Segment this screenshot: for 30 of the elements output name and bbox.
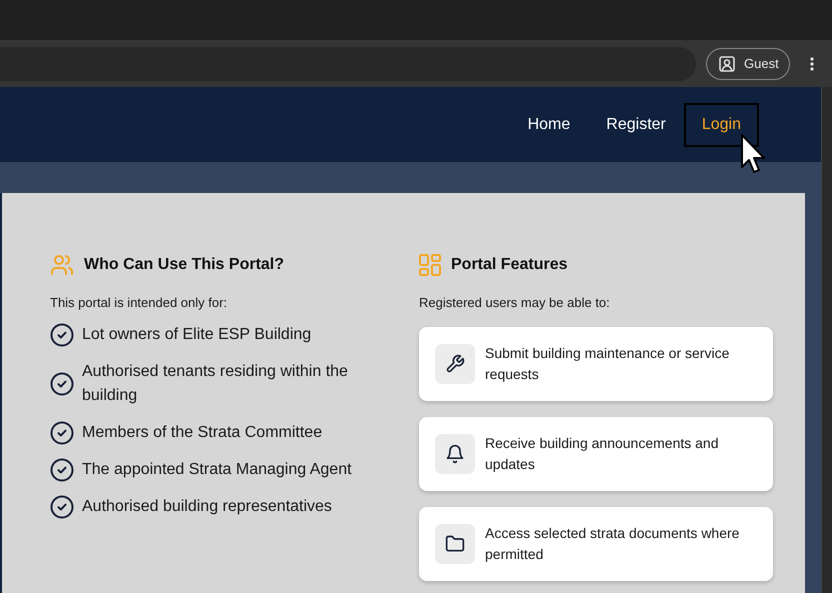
check-circle-icon: [50, 421, 74, 445]
section-title: Who Can Use This Portal?: [84, 256, 284, 274]
profile-button[interactable]: Guest: [706, 48, 790, 80]
list-item-text: Authorised building representatives: [82, 497, 332, 517]
section-title: Portal Features: [451, 256, 568, 274]
section-intro: Registered users may be able to:: [419, 295, 611, 310]
check-circle-icon: [50, 372, 74, 396]
list-item-text: Authorised tenants residing within the building: [82, 362, 349, 406]
folder-icon: [445, 534, 465, 554]
nav-link[interactable]: Login: [684, 102, 760, 146]
list-item-text: Lot owners of Elite ESP Building: [82, 325, 312, 345]
bell-icon: [445, 444, 465, 464]
list-item-text: Members of the Strata Committee: [82, 423, 322, 443]
feature-text: Submit building maintenance or service requests: [485, 344, 730, 384]
check-circle-icon: [50, 323, 74, 347]
wrench-icon: [445, 354, 465, 374]
cursor-icon: [741, 134, 765, 174]
feature-text: Receive building announcements and updates: [485, 434, 720, 474]
check-circle-icon: [50, 458, 74, 482]
scrollbar[interactable]: [821, 87, 832, 593]
nav-link[interactable]: Home: [510, 102, 588, 146]
menu-icon[interactable]: [810, 56, 814, 70]
list-item-text: The appointed Strata Managing Agent: [82, 460, 352, 480]
check-circle-icon: [50, 495, 74, 519]
person-icon: [719, 56, 735, 72]
nav-link[interactable]: Register: [588, 102, 684, 146]
section-intro: This portal is intended only for:: [50, 295, 228, 310]
users-icon: [50, 253, 74, 277]
grid-icon: [419, 254, 441, 276]
feature-text: Access selected strata documents where permitted: [485, 524, 740, 564]
